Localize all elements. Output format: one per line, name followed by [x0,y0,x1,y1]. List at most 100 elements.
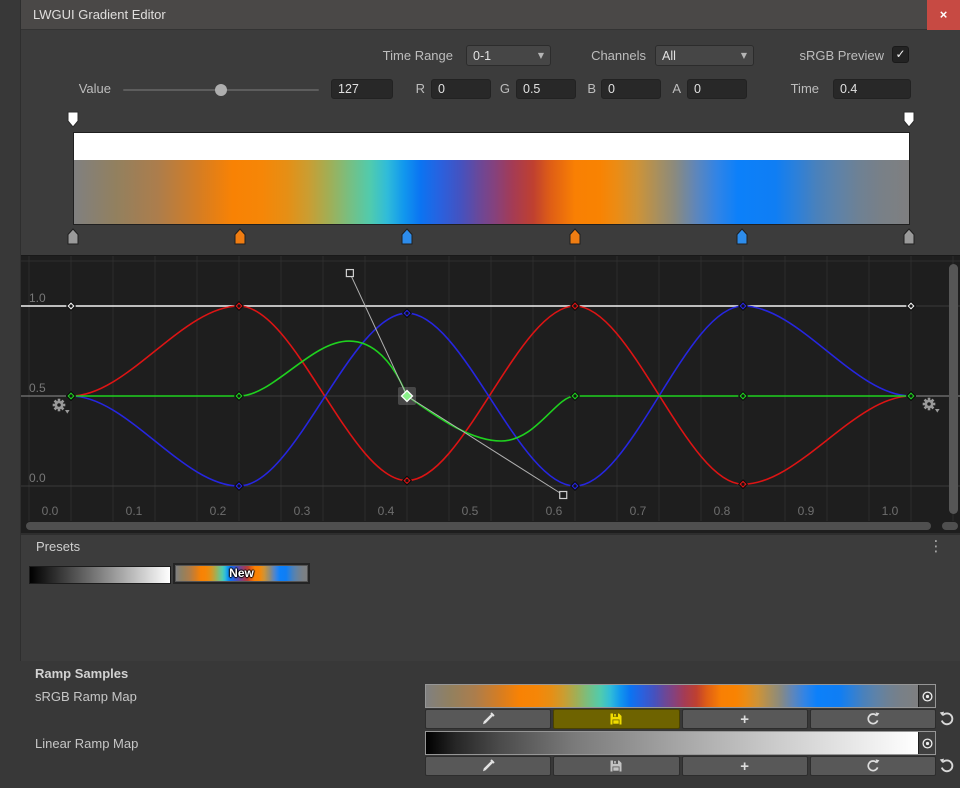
b-field[interactable]: 0 [601,79,661,99]
save-ramp-button[interactable] [553,756,679,776]
tangent-line [407,396,563,495]
color-key-marker[interactable] [234,228,246,245]
curve-key-center [237,484,240,487]
curve-options-gear-icon[interactable] [923,398,940,413]
chevron-down-icon: ▼ [741,51,747,60]
srgb-ramp-map-preview[interactable] [425,684,936,708]
curve-key-center [69,394,72,397]
presets-header: Presets [36,539,80,554]
lwgui-gradient-editor-window: LWGUI Gradient Editor × Time Range 0-1 ▼… [20,0,960,661]
pencil-icon [480,758,496,774]
curve-options-gear-icon[interactable] [53,399,70,414]
refresh-ramp-button[interactable] [810,756,936,776]
floppy-save-icon [608,711,624,727]
color-gradient-strip[interactable] [74,160,909,224]
undo-srgb-ramp-button[interactable] [938,710,956,728]
value-label: Value [41,81,111,96]
x-axis-tick: 0.4 [378,504,395,518]
curve-key-center [237,304,240,307]
b-label: B [582,81,596,96]
divider [21,533,960,535]
alpha-gradient-strip[interactable] [74,133,909,160]
undo-icon [938,757,956,775]
check-icon: ✓ [895,47,905,61]
object-picker-icon [921,690,934,703]
curve-key-center [405,479,408,482]
edit-ramp-button[interactable] [425,756,551,776]
undo-icon [938,710,956,728]
linear-ramp-map-preview[interactable] [425,731,936,755]
value-slider-thumb[interactable] [215,84,227,96]
srgb-preview-checkbox[interactable]: ✓ [892,46,909,63]
curve-key-center [909,304,912,307]
alpha-key-marker[interactable] [903,111,915,128]
time-field[interactable]: 0.4 [833,79,911,99]
screen-root: LWGUI Gradient Editor × Time Range 0-1 ▼… [0,0,960,788]
save-ramp-button[interactable] [553,709,679,729]
close-button[interactable]: × [927,0,960,30]
tangent-handle[interactable] [346,270,353,277]
preset-new-label: New [175,566,308,580]
srgb-preview-label: sRGB Preview [779,48,884,63]
curve-editor-canvas[interactable]: 0.00.10.20.30.40.50.60.70.80.91.01.00.50… [21,256,960,533]
color-key-marker[interactable] [401,228,413,245]
r-field[interactable]: 0 [431,79,491,99]
color-key-marker[interactable] [67,228,79,245]
pencil-icon [480,711,496,727]
color-key-marker[interactable] [736,228,748,245]
gradient-preview[interactable] [73,132,910,225]
window-title: LWGUI Gradient Editor [33,0,166,30]
plus-icon: + [740,712,749,727]
floppy-save-icon [608,758,624,774]
curve-key-center [741,394,744,397]
linear-ramp-gradient [426,732,918,754]
ramp-samples-header: Ramp Samples [35,666,128,681]
value-field[interactable]: 127 [331,79,393,99]
curve-key-center [909,394,912,397]
tangent-handle[interactable] [560,492,567,499]
x-axis-tick: 0.2 [210,504,227,518]
tangent-line [350,273,407,396]
channels-value: All [662,49,676,63]
curve-editor-panel[interactable]: 0.00.10.20.30.40.50.60.70.80.91.01.00.50… [21,255,960,533]
a-field[interactable]: 0 [687,79,747,99]
refresh-ramp-button[interactable] [810,709,936,729]
x-axis-tick: 1.0 [882,504,899,518]
x-axis-tick: 0.1 [126,504,143,518]
presets-menu-icon[interactable]: ⋮ [923,537,949,555]
preset-new[interactable]: New [173,563,310,584]
time-range-label: Time Range [351,48,453,63]
y-axis-tick: 1.0 [29,291,46,305]
x-axis-tick: 0.5 [462,504,479,518]
add-ramp-button[interactable]: + [682,709,808,729]
title-bar: LWGUI Gradient Editor × [21,0,960,30]
x-axis-tick: 0.7 [630,504,647,518]
alpha-key-marker[interactable] [67,111,79,128]
linear-ramp-map-label: Linear Ramp Map [35,736,138,751]
add-ramp-button[interactable]: + [682,756,808,776]
curve-key-center [741,304,744,307]
curve-key-center [237,394,240,397]
x-axis-tick: 0.8 [714,504,731,518]
color-key-marker[interactable] [903,228,915,245]
curve-key-center [405,312,408,315]
channels-label: Channels [561,48,646,63]
preset-black-to-white[interactable] [29,566,171,584]
color-markers-row [21,228,960,246]
undo-linear-ramp-button[interactable] [938,757,956,775]
time-range-dropdown[interactable]: 0-1 ▼ [466,45,551,66]
curve-key-center [741,483,744,486]
object-picker-button[interactable] [918,732,935,754]
g-field[interactable]: 0.5 [516,79,576,99]
edit-ramp-button[interactable] [425,709,551,729]
close-icon: × [940,7,948,22]
channels-dropdown[interactable]: All ▼ [655,45,754,66]
object-picker-button[interactable] [918,685,935,707]
plus-icon: + [740,759,749,774]
horizontal-scrollbar[interactable] [26,522,931,530]
y-axis-tick: 0.0 [29,471,46,485]
scrollbar-corner[interactable] [942,522,958,530]
x-axis-tick: 0.3 [294,504,311,518]
color-key-marker[interactable] [569,228,581,245]
vertical-scrollbar[interactable] [949,264,958,514]
